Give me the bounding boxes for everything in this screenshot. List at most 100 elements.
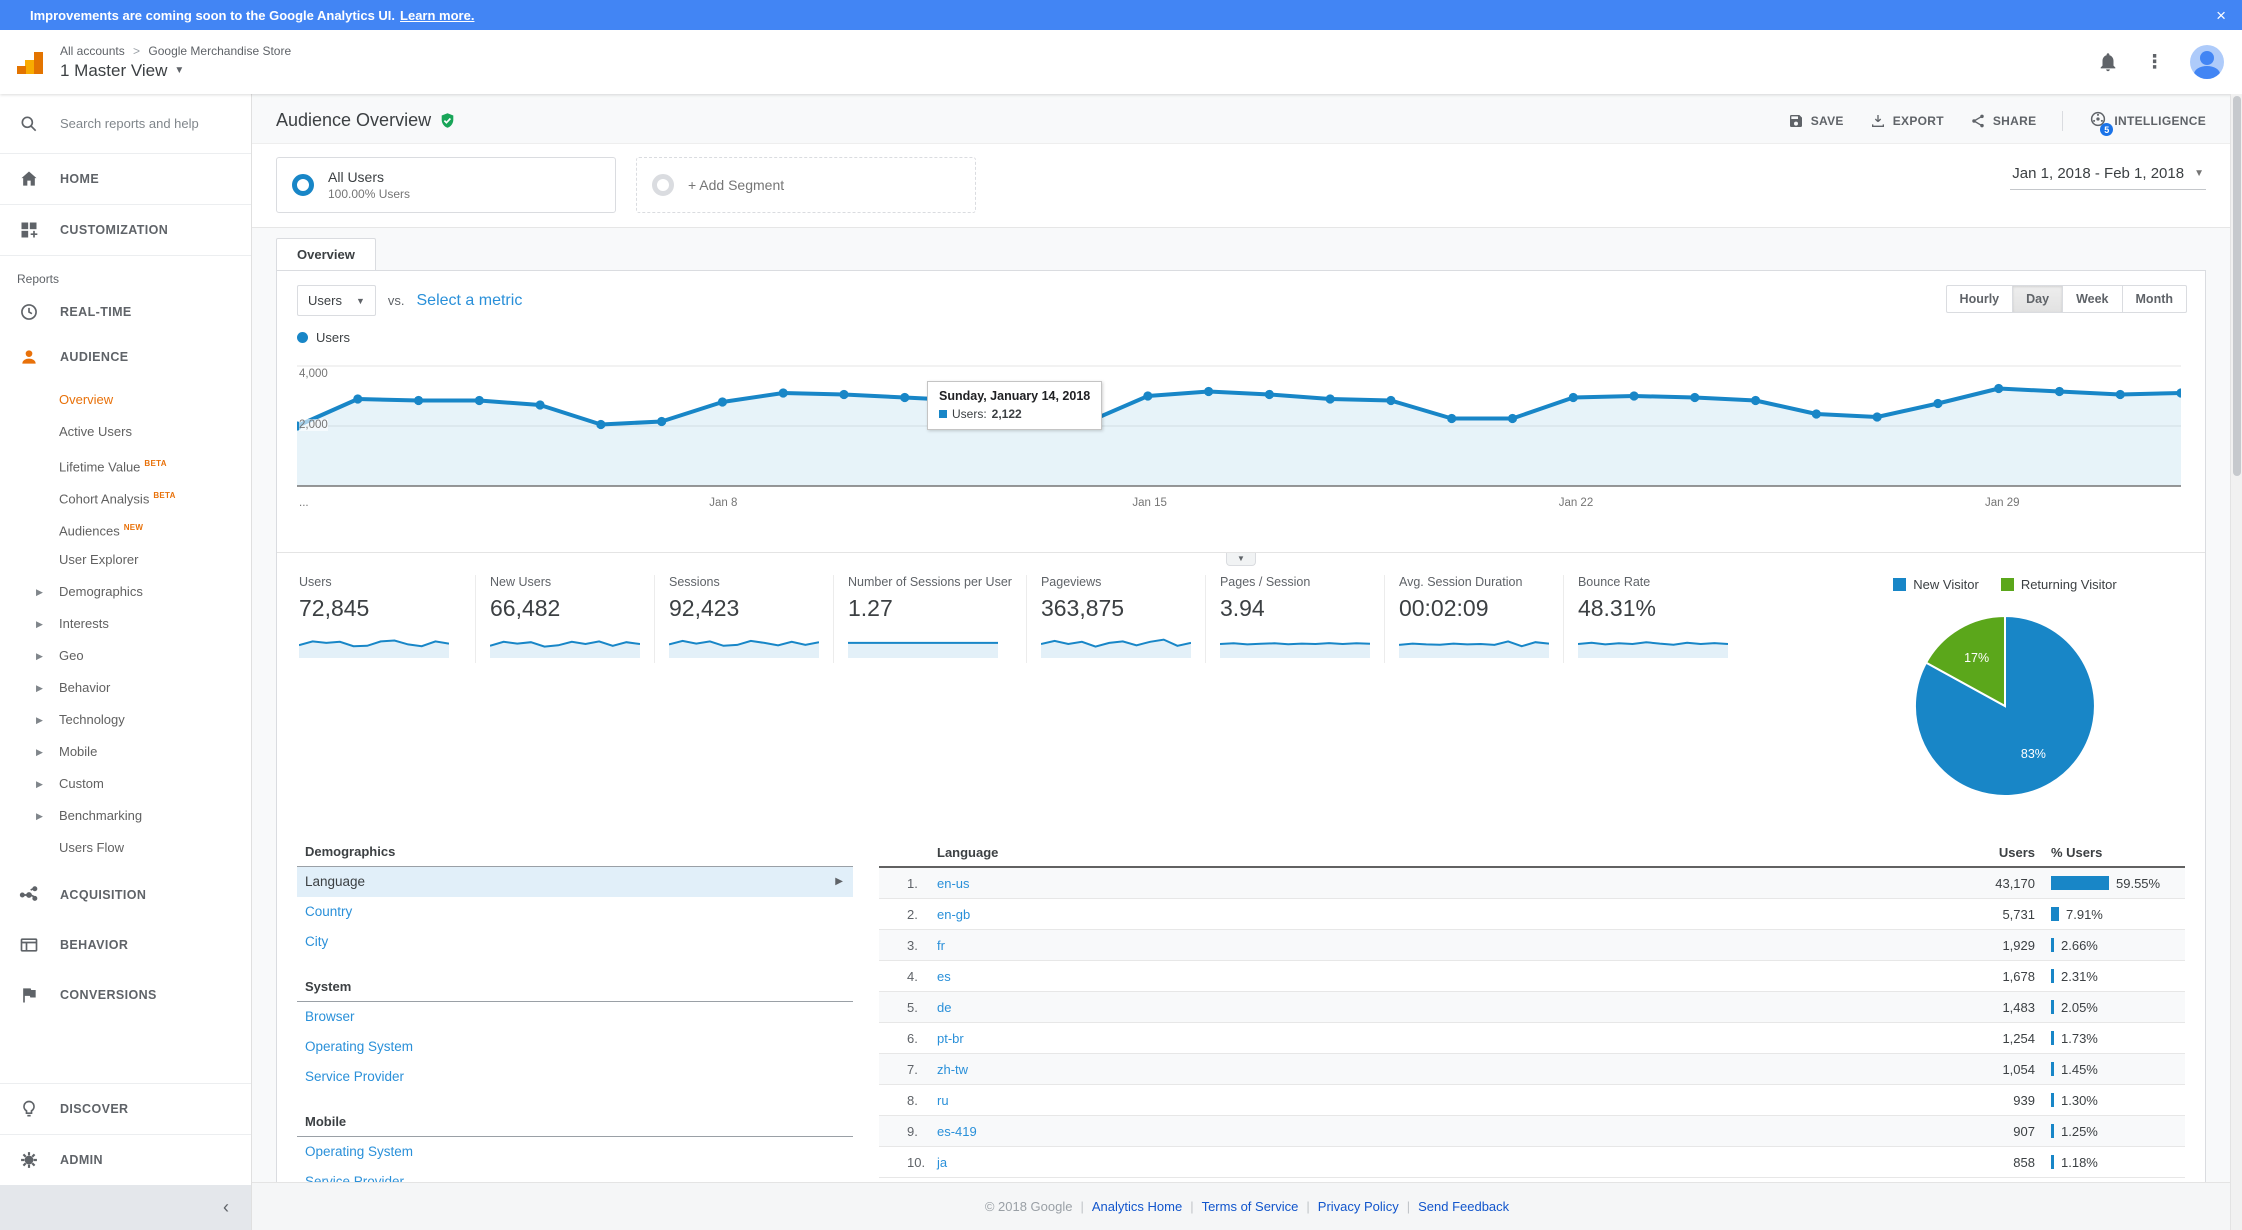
scorecard-users[interactable]: Users 72,845 xyxy=(297,575,475,663)
scorecard-bounce-rate[interactable]: Bounce Rate 48.31% xyxy=(1562,575,1742,663)
sidebar-item-cohort-analysis[interactable]: Cohort Analysis BETA xyxy=(0,480,251,512)
share-button[interactable]: SHARE xyxy=(1970,113,2037,129)
granularity-day[interactable]: Day xyxy=(2013,285,2064,313)
col-header-users[interactable]: Users xyxy=(1915,845,2035,860)
table-row-es: 4. es 1,678 2.31% xyxy=(879,961,2185,992)
granularity-week[interactable]: Week xyxy=(2063,285,2123,313)
view-selector[interactable]: 1 Master View ▼ xyxy=(60,61,291,81)
language-link[interactable]: zh-tw xyxy=(937,1062,1915,1077)
vertical-scrollbar[interactable] xyxy=(2230,94,2242,1230)
sidebar-item-technology[interactable]: ▶ Technology xyxy=(0,704,251,736)
tooltip-series-label: Users: xyxy=(952,407,987,421)
intelligence-button[interactable]: 5 INTELLIGENCE xyxy=(2089,110,2206,136)
scorecard-pages-session[interactable]: Pages / Session 3.94 xyxy=(1204,575,1384,663)
sidebar-item-active-users[interactable]: Active Users xyxy=(0,416,251,448)
dimension-system-service-provider[interactable]: Service Provider xyxy=(297,1062,853,1092)
learn-more-link[interactable]: Learn more. xyxy=(400,8,474,23)
breadcrumb-all-accounts[interactable]: All accounts xyxy=(60,44,125,58)
table-row-ru: 8. ru 939 1.30% xyxy=(879,1085,2185,1116)
sidebar-item-overview[interactable]: Overview xyxy=(0,384,251,416)
sidebar-item-lifetime-value[interactable]: Lifetime Value BETA xyxy=(0,448,251,480)
save-button[interactable]: SAVE xyxy=(1788,113,1844,129)
footer-link-analytics-home[interactable]: Analytics Home xyxy=(1092,1199,1182,1214)
sidebar-item-label: ADMIN xyxy=(60,1153,103,1167)
segment-all-users[interactable]: All Users 100.00% Users xyxy=(276,157,616,213)
home-icon xyxy=(18,168,40,190)
tab-overview[interactable]: Overview xyxy=(276,238,376,271)
col-header-language[interactable]: Language xyxy=(937,845,1915,860)
notifications-bell-icon[interactable] xyxy=(2097,51,2119,73)
sidebar-collapse-button[interactable]: ‹ xyxy=(0,1185,251,1230)
sidebar-item-behavior[interactable]: ▶ Behavior xyxy=(0,672,251,704)
sidebar-item-discover[interactable]: DISCOVER xyxy=(0,1084,251,1134)
table-row-de: 5. de 1,483 2.05% xyxy=(879,992,2185,1023)
dimension-mobile-operating-system[interactable]: Operating System xyxy=(297,1137,853,1167)
sidebar-item-user-explorer[interactable]: User Explorer xyxy=(0,544,251,576)
granularity-month[interactable]: Month xyxy=(2122,285,2187,313)
language-link[interactable]: en-gb xyxy=(937,907,1915,922)
dimension-system-browser[interactable]: Browser xyxy=(297,1002,853,1032)
language-link[interactable]: es xyxy=(937,969,1915,984)
language-link[interactable]: de xyxy=(937,1000,1915,1015)
language-link[interactable]: fr xyxy=(937,938,1915,953)
sidebar-item-behavior[interactable]: BEHAVIOR xyxy=(0,920,251,970)
visitor-pie-chart[interactable]: 83% 17% xyxy=(1910,608,2100,798)
scorecard-avg-session-duration[interactable]: Avg. Session Duration 00:02:09 xyxy=(1383,575,1563,663)
add-segment-button[interactable]: + Add Segment xyxy=(636,157,976,213)
chevron-down-icon: ▼ xyxy=(174,65,185,76)
chart-collapse-button[interactable]: ▼ xyxy=(1226,553,1256,566)
breadcrumb-account[interactable]: Google Merchandise Store xyxy=(148,44,291,58)
footer-link-send-feedback[interactable]: Send Feedback xyxy=(1418,1199,1509,1214)
scorecard-label: New Users xyxy=(490,575,552,589)
date-range-picker[interactable]: Jan 1, 2018 - Feb 1, 2018 ▼ xyxy=(2010,165,2206,190)
language-link[interactable]: en-us xyxy=(937,876,1915,891)
scrollbar-thumb[interactable] xyxy=(2233,96,2241,476)
dimension-demographics-city[interactable]: City xyxy=(297,927,853,957)
sidebar-item-acquisition[interactable]: ACQUISITION xyxy=(0,870,251,920)
dimension-demographics-country[interactable]: Country xyxy=(297,897,853,927)
sidebar-item-interests[interactable]: ▶ Interests xyxy=(0,608,251,640)
sidebar-item-customization[interactable]: CUSTOMIZATION xyxy=(0,205,251,255)
tooltip-date: Sunday, January 14, 2018 xyxy=(939,389,1091,403)
sidebar-item-home[interactable]: HOME xyxy=(0,154,251,204)
user-avatar[interactable] xyxy=(2190,45,2224,79)
sidebar-item-audience[interactable]: AUDIENCE xyxy=(0,334,251,380)
language-link[interactable]: ru xyxy=(937,1093,1915,1108)
sidebar-item-custom[interactable]: ▶ Custom xyxy=(0,768,251,800)
sidebar-item-geo[interactable]: ▶ Geo xyxy=(0,640,251,672)
col-header-pct-users[interactable]: % Users xyxy=(2035,845,2185,860)
sidebar-item-label: User Explorer xyxy=(59,552,139,567)
sidebar-item-demographics[interactable]: ▶ Demographics xyxy=(0,576,251,608)
scorecard-sessions[interactable]: Sessions 92,423 xyxy=(654,575,833,663)
scorecard-number-of-sessions-per-user[interactable]: Number of Sessions per User 1.27 xyxy=(833,575,1026,663)
row-rank: 2. xyxy=(907,906,918,922)
select-metric-link[interactable]: Select a metric xyxy=(417,292,523,310)
banner-close-icon[interactable]: × xyxy=(2216,7,2226,24)
granularity-buttons: Hourly Day Week Month xyxy=(1945,285,2187,313)
sidebar-item-real-time[interactable]: REAL-TIME xyxy=(0,290,251,334)
scorecard-new-users[interactable]: New Users 66,482 xyxy=(475,575,654,663)
language-link[interactable]: ja xyxy=(937,1155,1915,1170)
sidebar-item-admin[interactable]: ADMIN xyxy=(0,1135,251,1185)
users-line-chart[interactable] xyxy=(292,351,2186,487)
sidebar-item-mobile[interactable]: ▶ Mobile xyxy=(0,736,251,768)
tooltip-series-swatch xyxy=(939,410,947,418)
scorecard-pageviews[interactable]: Pageviews 363,875 xyxy=(1025,575,1205,663)
language-link[interactable]: pt-br xyxy=(937,1031,1915,1046)
sidebar-item-users-flow[interactable]: Users Flow xyxy=(0,832,251,864)
sidebar-item-audiences[interactable]: Audiences NEW xyxy=(0,512,251,544)
language-link[interactable]: es-419 xyxy=(937,1124,1915,1139)
export-button[interactable]: EXPORT xyxy=(1870,113,1944,129)
search-input[interactable]: Search reports and help xyxy=(0,94,251,154)
chevron-down-icon: ▼ xyxy=(355,295,365,306)
dimension-system-operating-system[interactable]: Operating System xyxy=(297,1032,853,1062)
badge-new: NEW xyxy=(123,523,144,532)
footer-link-privacy-policy[interactable]: Privacy Policy xyxy=(1318,1199,1399,1214)
metric-select[interactable]: Users ▼ xyxy=(297,285,376,316)
sidebar-item-benchmarking[interactable]: ▶ Benchmarking xyxy=(0,800,251,832)
sidebar-item-conversions[interactable]: CONVERSIONS xyxy=(0,970,251,1020)
dimension-demographics-language[interactable]: Language ▶ xyxy=(297,867,853,897)
granularity-hourly[interactable]: Hourly xyxy=(1945,285,2014,313)
footer-link-terms-of-service[interactable]: Terms of Service xyxy=(1202,1199,1299,1214)
more-options-icon[interactable]: ⋮ xyxy=(2145,51,2164,74)
